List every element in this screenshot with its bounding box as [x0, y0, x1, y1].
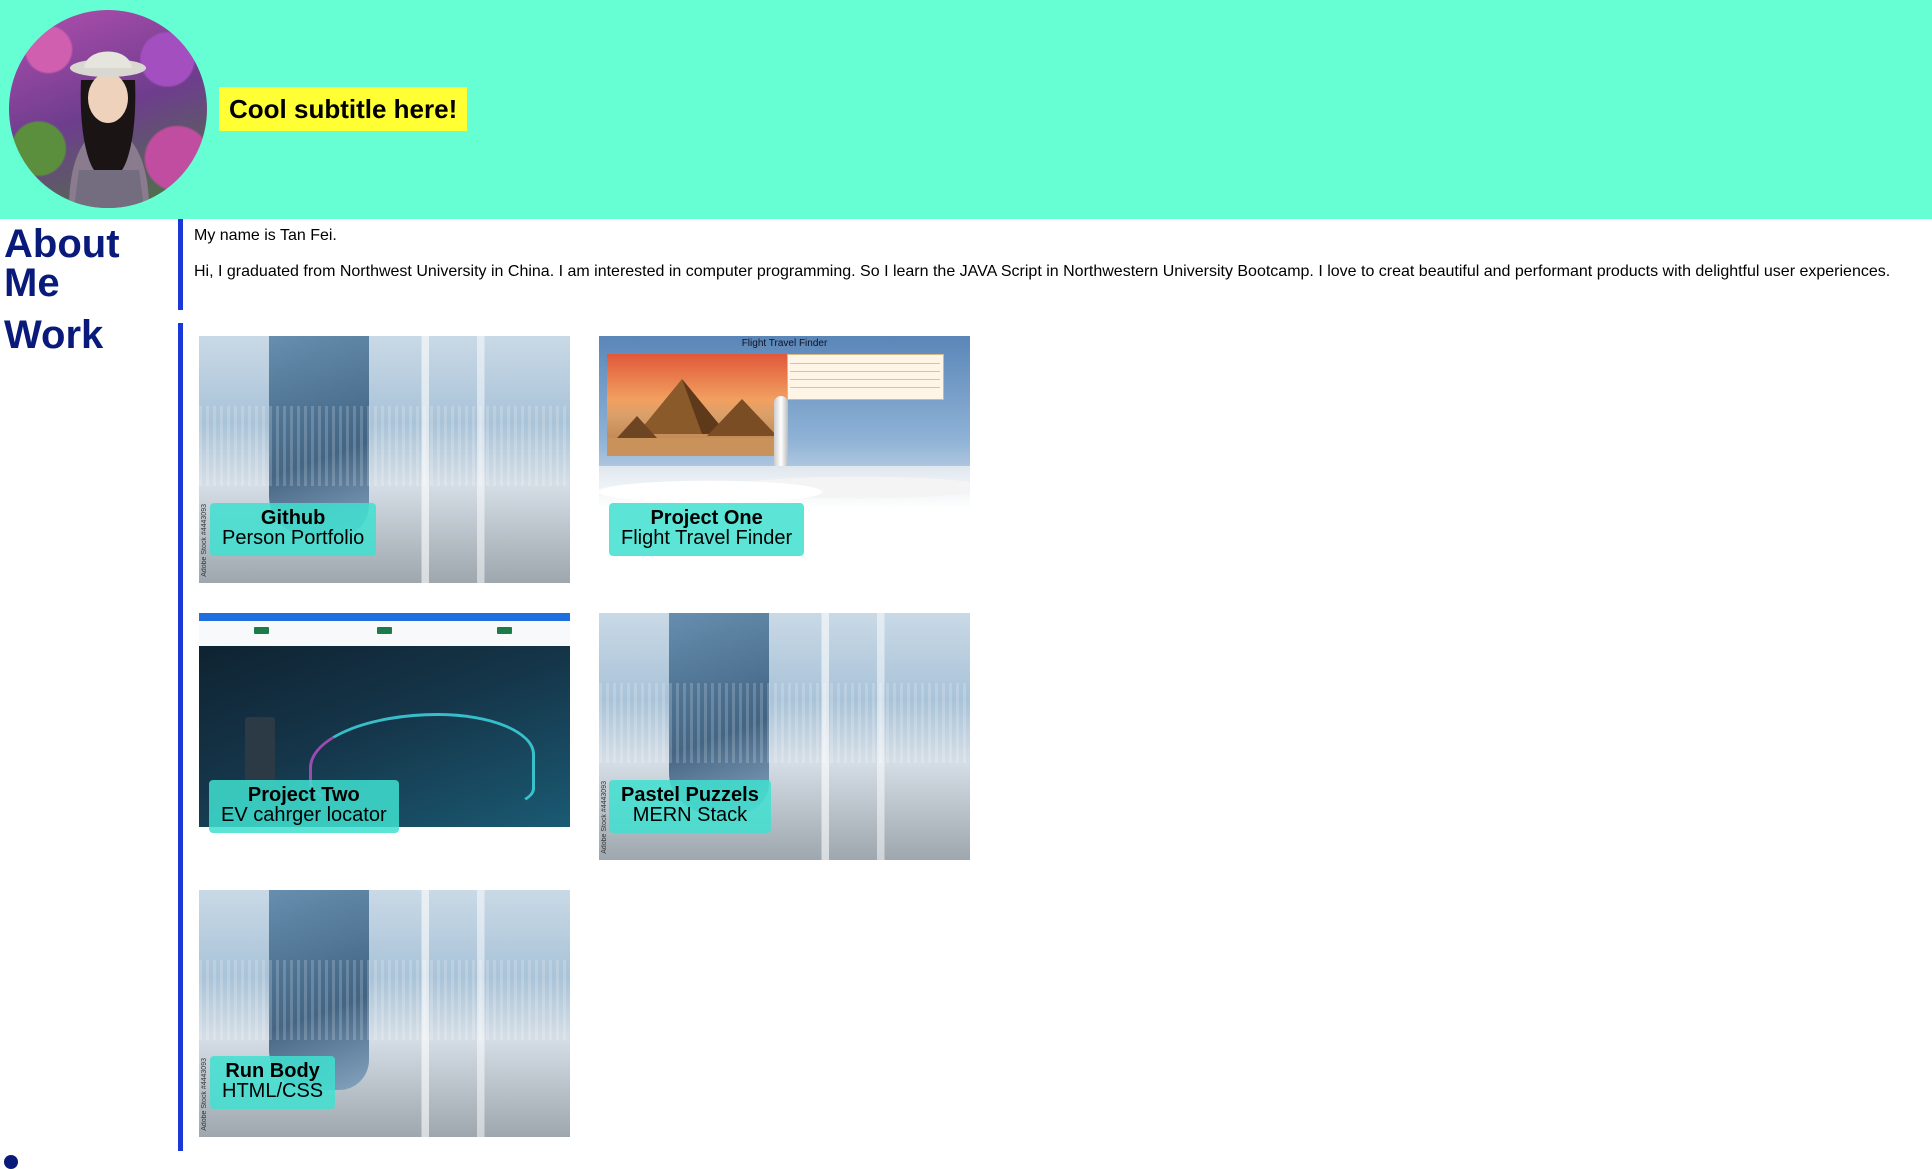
project-card-project-two[interactable]: Project Two EV cahrger locator — [199, 613, 570, 860]
about-bio: Hi, I graduated from Northwest Universit… — [194, 263, 1891, 280]
project-caption: Github Person Portfolio — [210, 503, 377, 556]
project-subtitle: HTML/CSS — [222, 1080, 324, 1102]
about-heading: About Me — [4, 222, 120, 305]
thumbnail-title: Flight Travel Finder — [741, 338, 828, 349]
work-heading: Work — [4, 313, 104, 357]
project-subtitle: EV cahrger locator — [221, 804, 387, 826]
project-caption: Project One Flight Travel Finder — [609, 503, 805, 556]
search-form — [787, 354, 944, 400]
work-divider — [178, 323, 183, 1151]
pyramids-image — [607, 354, 787, 456]
thumbnail-watermark: Adobe Stock #4443093 — [201, 1058, 208, 1131]
footer-heading-fragment — [4, 1155, 18, 1169]
about-divider — [178, 219, 183, 310]
page-header: Cool subtitle here! — [0, 0, 1932, 219]
project-title: Project One — [650, 507, 763, 529]
project-caption: Project Two EV cahrger locator — [209, 780, 399, 833]
project-subtitle: MERN Stack — [632, 804, 748, 826]
about-intro: My name is Tan Fei. — [194, 227, 337, 244]
project-thumbnail: Flight Travel Finder — [599, 336, 970, 509]
project-title: Github — [260, 507, 326, 529]
project-caption: Pastel Puzzels MERN Stack — [609, 780, 771, 833]
avatar — [9, 10, 207, 208]
project-card-pastel-puzzels[interactable]: Adobe Stock #4443093 Pastel Puzzels MERN… — [599, 613, 970, 860]
project-title: Pastel Puzzels — [621, 784, 759, 806]
project-title: Run Body — [225, 1060, 320, 1082]
project-card-project-one[interactable]: Flight Travel Finder Project One Flight … — [599, 336, 970, 583]
project-caption: Run Body HTML/CSS — [210, 1056, 336, 1109]
project-subtitle: Person Portfolio — [222, 527, 365, 549]
rocket-image — [774, 396, 788, 476]
charger-image — [245, 717, 275, 787]
project-card-github[interactable]: Adobe Stock #4443093 Github Person Portf… — [199, 336, 570, 583]
thumbnail-watermark: Adobe Stock #4443093 — [601, 781, 608, 854]
header-subtitle: Cool subtitle here! — [219, 87, 468, 131]
project-card-run-body[interactable]: Adobe Stock #4443093 Run Body HTML/CSS — [199, 890, 570, 1137]
project-subtitle: Flight Travel Finder — [621, 527, 793, 549]
thumbnail-watermark: Adobe Stock #4443093 — [201, 504, 208, 577]
project-title: Project Two — [247, 784, 360, 806]
